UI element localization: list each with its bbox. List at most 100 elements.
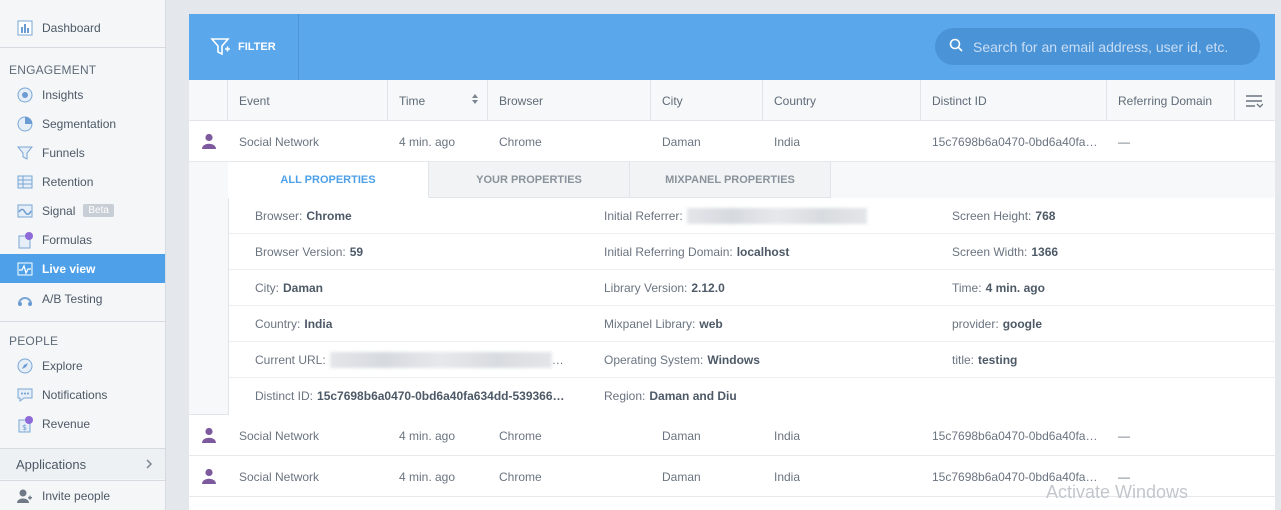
cell-browser: Chrome bbox=[499, 134, 542, 149]
cell-referring-domain: — bbox=[1118, 134, 1130, 149]
nav-formulas[interactable]: Formulas bbox=[0, 225, 165, 254]
prop-library-version: Library Version: 2.12.0 bbox=[604, 281, 725, 295]
sort-icon bbox=[471, 93, 479, 108]
prop-browser: Browser: Chrome bbox=[255, 209, 352, 223]
filter-label: FILTER bbox=[238, 41, 276, 53]
event-details: ALL PROPERTIES YOUR PROPERTIES MIXPANEL … bbox=[189, 162, 1276, 415]
add-user-icon bbox=[15, 487, 35, 505]
filter-button[interactable]: FILTER bbox=[189, 14, 299, 80]
nav-live-view-label: Live view bbox=[42, 261, 96, 276]
nav-insights[interactable]: Insights bbox=[0, 80, 165, 109]
activation-watermark: Activate Windows bbox=[1046, 482, 1189, 502]
nav-explore-label: Explore bbox=[42, 358, 83, 373]
nav-dashboard-label: Dashboard bbox=[42, 20, 101, 35]
cell-time: 4 min. ago bbox=[399, 428, 456, 443]
user-avatar-icon bbox=[200, 467, 218, 485]
col-city[interactable]: City bbox=[651, 80, 763, 121]
table-row[interactable]: Social Network 4 min. ago Chrome Daman I… bbox=[189, 121, 1275, 162]
search-box[interactable] bbox=[935, 28, 1260, 65]
nav-explore[interactable]: Explore bbox=[0, 351, 165, 380]
invite-people-label: Invite people bbox=[42, 488, 111, 503]
nav-revenue-label: Revenue bbox=[42, 416, 91, 431]
properties-grid: Browser: Chrome Initial Referrer: Screen … bbox=[228, 198, 1276, 415]
table-row[interactable]: Social Network 4 min. ago Chrome Daman I… bbox=[189, 415, 1275, 456]
cell-event: Social Network bbox=[239, 428, 320, 443]
user-avatar-icon bbox=[200, 132, 218, 150]
toolbar: FILTER bbox=[189, 14, 1275, 80]
nav-retention-label: Retention bbox=[42, 174, 94, 189]
pie-chart-icon bbox=[15, 115, 35, 133]
col-country[interactable]: Country bbox=[763, 80, 921, 121]
invite-people-button[interactable]: Invite people bbox=[0, 481, 165, 510]
nav-retention[interactable]: Retention bbox=[0, 167, 165, 196]
cell-event: Social Network bbox=[239, 134, 320, 149]
cell-time: 4 min. ago bbox=[399, 134, 456, 149]
engagement-heading: ENGAGEMENT bbox=[9, 63, 97, 77]
prop-screen-height: Screen Height: 768 bbox=[952, 209, 1056, 223]
nav-signal-label: Signal bbox=[42, 203, 76, 218]
retention-grid-icon bbox=[15, 173, 35, 191]
col-distinct-id[interactable]: Distinct ID bbox=[921, 80, 1107, 121]
col-time[interactable]: Time bbox=[388, 80, 488, 121]
nav-signal[interactable]: Signal Beta bbox=[0, 196, 165, 225]
cell-time: 4 min. ago bbox=[399, 469, 456, 484]
beta-badge: Beta bbox=[83, 204, 114, 217]
nav-revenue[interactable]: $ Revenue bbox=[0, 409, 165, 438]
tab-your-properties[interactable]: YOUR PROPERTIES bbox=[429, 162, 630, 198]
table-header: Event Time Browser City Country Distinct… bbox=[189, 80, 1275, 121]
prop-provider: provider: google bbox=[952, 317, 1043, 331]
col-browser[interactable]: Browser bbox=[488, 80, 651, 121]
prop-operating-system: Operating System: Windows bbox=[604, 353, 760, 367]
nav-segmentation[interactable]: Segmentation bbox=[0, 109, 165, 138]
property-tabs: ALL PROPERTIES YOUR PROPERTIES MIXPANEL … bbox=[228, 162, 831, 198]
tab-all-properties[interactable]: ALL PROPERTIES bbox=[228, 162, 429, 198]
redacted-value bbox=[686, 208, 867, 224]
nav-live-view[interactable]: Live view bbox=[0, 254, 165, 283]
live-view-panel: FILTER Event Time Browser City Country D… bbox=[189, 14, 1276, 510]
nav-funnels[interactable]: Funnels bbox=[0, 138, 165, 167]
nav-ab-testing[interactable]: A/B Testing bbox=[0, 284, 165, 313]
cell-browser: Chrome bbox=[499, 469, 542, 484]
prop-country: Country: India bbox=[255, 317, 333, 331]
prop-distinct-id: Distinct ID: 15c7698b6a0470-0bd6a40fa634d… bbox=[255, 389, 565, 403]
cell-event: Social Network bbox=[239, 469, 320, 484]
col-time-label: Time bbox=[399, 93, 426, 108]
prop-region: Region: Daman and Diu bbox=[604, 389, 737, 403]
nav-notifications[interactable]: Notifications bbox=[0, 380, 165, 409]
search-icon bbox=[949, 38, 963, 55]
nav-dashboard[interactable]: Dashboard bbox=[0, 13, 165, 42]
prop-title: title: testing bbox=[952, 353, 1018, 367]
signal-wave-icon bbox=[15, 202, 35, 220]
divider bbox=[0, 321, 165, 322]
cell-city: Daman bbox=[662, 428, 701, 443]
cell-distinct-id: 15c7698b6a0470-0bd6a40fa… bbox=[932, 134, 1098, 149]
chevron-right-icon bbox=[145, 457, 153, 472]
nav-formulas-label: Formulas bbox=[42, 232, 93, 247]
col-referring-domain[interactable]: Referring Domain bbox=[1107, 80, 1235, 121]
nav-segmentation-label: Segmentation bbox=[42, 116, 117, 131]
cell-referring-domain: — bbox=[1118, 428, 1130, 443]
formulas-icon bbox=[15, 231, 35, 249]
explore-icon bbox=[15, 357, 35, 375]
filter-icon bbox=[210, 38, 230, 56]
prop-screen-width: Screen Width: 1366 bbox=[952, 245, 1059, 259]
svg-text:$: $ bbox=[22, 423, 27, 432]
notifications-icon bbox=[15, 386, 35, 404]
redacted-value bbox=[329, 352, 552, 368]
column-settings-icon[interactable] bbox=[1235, 80, 1275, 121]
search-input[interactable] bbox=[973, 38, 1243, 55]
cell-browser: Chrome bbox=[499, 428, 542, 443]
cell-country: India bbox=[774, 469, 801, 484]
cell-city: Daman bbox=[662, 134, 701, 149]
sidebar: Dashboard ENGAGEMENT Insights Segmentati… bbox=[0, 0, 166, 510]
divider bbox=[0, 47, 165, 48]
prop-current-url: Current URL:… bbox=[255, 352, 564, 368]
col-event[interactable]: Event bbox=[228, 80, 388, 121]
tab-mixpanel-properties[interactable]: MIXPANEL PROPERTIES bbox=[630, 162, 831, 198]
prop-initial-referring-domain: Initial Referring Domain: localhost bbox=[604, 245, 790, 259]
insights-icon bbox=[15, 86, 35, 104]
people-heading: PEOPLE bbox=[9, 334, 59, 348]
funnel-icon bbox=[15, 144, 35, 162]
prop-mixpanel-library: Mixpanel Library: web bbox=[604, 317, 723, 331]
applications-menu[interactable]: Applications bbox=[0, 449, 165, 479]
